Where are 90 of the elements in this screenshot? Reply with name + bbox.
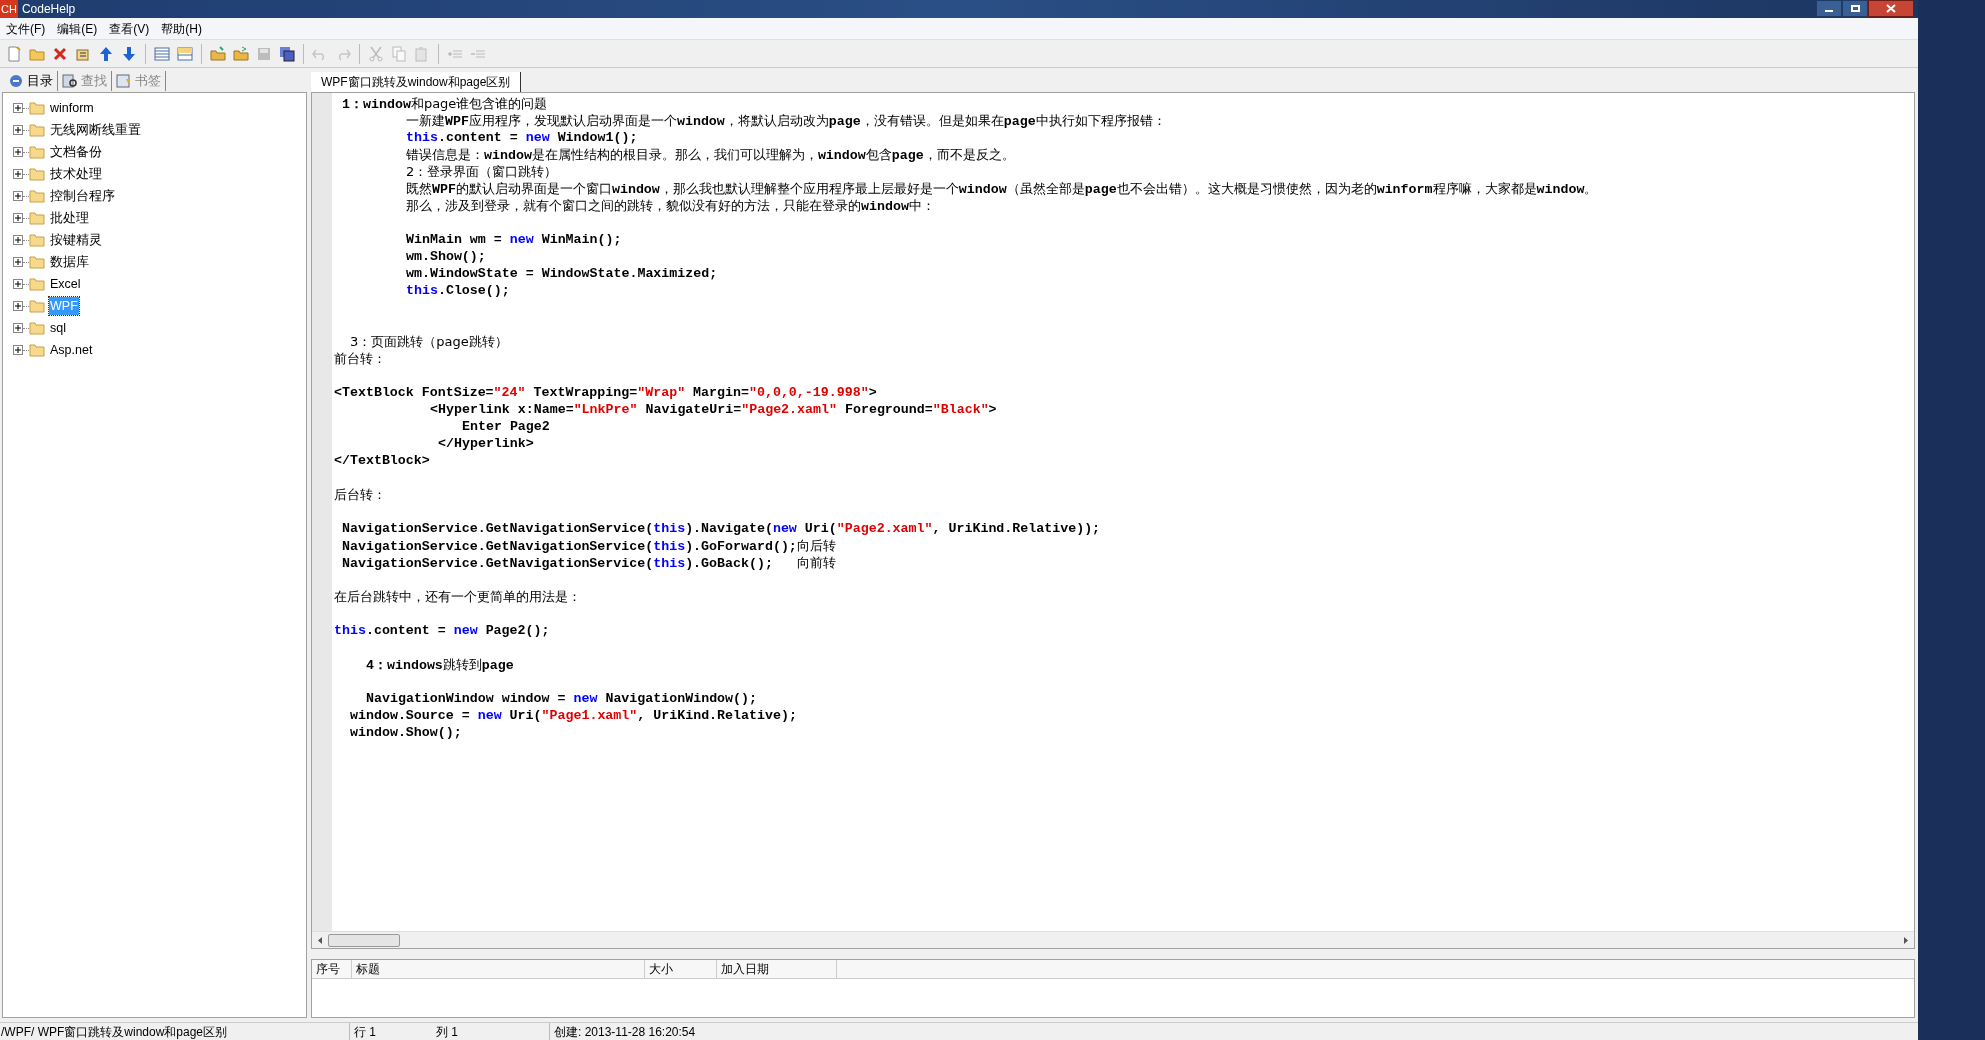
folder-icon [29,233,45,247]
text-line: 那么，涉及到登录，就有个窗口之间的跳转，貌似没有好的方法，只能在登录的window中： [406,196,935,215]
tree-item[interactable]: 技术处理 [49,164,103,184]
expander-icon[interactable] [13,125,23,135]
tree-item[interactable]: 数据库 [49,252,90,272]
window-title: CodeHelp [21,1,76,18]
folder-icon[interactable] [208,43,228,64]
folder-icon [29,299,45,313]
folder-icon [29,123,45,137]
code-line: window.Show(); [350,724,462,741]
close-button[interactable] [1868,0,1914,17]
folder-icon [29,343,45,357]
column-header[interactable]: 加入日期 [717,960,837,978]
menu-item[interactable]: 文件(F) [0,19,52,38]
tree-item[interactable]: winform [49,98,95,118]
menu-item[interactable]: 查看(V) [103,19,156,38]
text-line: 3：页面跳转（page跳转） [350,332,508,351]
code-line: </TextBlock> [334,452,430,469]
column-header[interactable]: 标题 [352,960,645,978]
code-line: window.Source = new Uri("Page1.xaml", UriKind.Relative); [350,707,797,724]
expander-icon[interactable] [13,191,23,201]
code-line: wm.WindowState = WindowState.Maximized; [406,265,718,282]
column-header[interactable]: 序号 [312,960,352,978]
code-line: wm.Show(); [406,248,486,265]
expander-icon[interactable] [13,147,23,157]
code-line: NavigationService.GetNavigationService(this).Navigate(new Uri("Page2.xaml", UriKind.Relative)); [342,520,1101,537]
maximize-button[interactable] [1842,0,1868,17]
minimize-button[interactable] [1816,0,1842,17]
code-line: <TextBlock FontSize="24" TextWrapping="Wrap" Margin="0,0,0,-19.998"> [334,384,877,401]
expander-icon[interactable] [13,103,23,113]
document-tab[interactable]: WPF窗口跳转及window和page区别 [311,72,522,92]
expander-icon[interactable] [13,169,23,179]
tree-item[interactable]: 无线网断线重置 [49,120,142,140]
expander-icon[interactable] [13,257,23,267]
status-path: /WPF/ WPF窗口跳转及window和page区别 [0,1022,350,1040]
expander-icon[interactable] [13,213,23,223]
code-line: NavigationService.GetNavigationService(this).GoBack(); 向前转 [342,553,836,572]
bookmark-icon [116,73,132,89]
code-line: this.content = new Page2(); [334,622,550,639]
folder-icon [29,211,45,225]
folder-icon [29,145,45,159]
expander-icon[interactable] [13,323,23,333]
horizontal-scrollbar[interactable] [312,931,1914,948]
text-line: 在后台跳转中，还有一个更简单的用法是： [334,587,581,606]
search-icon [62,73,78,89]
folder-icon [29,255,45,269]
expander-icon[interactable] [13,279,23,289]
code-line: <Hyperlink x:Name="LnkPre" NavigateUri="Page2.xaml" Foreground="Black"> [430,401,997,418]
close-icon [1886,4,1896,13]
tree-item[interactable]: Excel [49,274,82,294]
menu-item[interactable]: 帮助(H) [155,19,208,38]
text-line: this.content = new Window1(); [406,129,638,146]
tree-item[interactable]: sql [49,318,67,338]
scrollbar-thumb[interactable] [328,933,400,947]
code-line: Enter Page2 [462,418,550,435]
text-line: 错误信息是：window是在属性结构的根目录。那么，我们可以理解为，window包含page，而不是反之。 [406,145,1015,164]
menu-item[interactable]: 编辑(E) [51,19,104,38]
folder-icon [29,277,45,291]
text-line: 2：登录界面（窗口跳转） [406,162,558,181]
folder-icon [29,321,45,335]
tree-item[interactable]: 文档备份 [49,142,103,162]
scroll-left-icon[interactable] [318,936,322,944]
expander-icon[interactable] [13,235,23,245]
text-line: 一新建WPF应用程序，发现默认启动界面是一个window，将默认启动改为page，没有错误。但是如果在page中执行如下程序报错： [406,111,1166,130]
text-line: 前台转： [334,349,386,368]
text-line: 1：window和page谁包含谁的问题 [342,94,548,113]
folder-icon [29,101,45,115]
code-line: NavigationService.GetNavigationService(this).GoForward();向后转 [342,536,836,555]
expander-icon[interactable] [13,301,23,311]
status-created: 创建: 2013-11-28 16:20:54 [553,1023,696,1040]
app-logo: CH [0,0,18,18]
text-line: 后台转： [334,485,386,504]
tree-item[interactable]: 批处理 [49,208,90,228]
status-row-text: 行 1 [353,1023,377,1040]
folder-icon [29,167,45,181]
tree-item[interactable]: 控制台程序 [49,186,116,206]
tree-item[interactable]: 按键精灵 [49,230,103,250]
tree-item[interactable]: Asp.net [49,340,94,360]
status-column: 列 1 [436,1022,458,1040]
scroll-right-icon[interactable] [1904,936,1908,944]
folder-icon [29,189,45,203]
code-line: this.Close(); [406,282,510,299]
text-line: 既然WPF的默认启动界面是一个窗口window，那么我也默认理解整个应用程序最上层最好是一个window（虽然全部是page也不会出错）。这大概是习惯使然，因为老的winform程序嘛，大家都是window。 [406,179,1598,198]
tab[interactable]: 目录 [4,71,58,91]
code-line: NavigationWindow window = new NavigationWindow(); [366,690,757,707]
expander-icon[interactable] [13,345,23,355]
column-header[interactable]: 大小 [645,960,717,978]
code-line: </Hyperlink> [438,435,534,452]
text-line: 4：windows跳转到page [366,655,514,674]
code-line: WinMain wm = new WinMain(); [406,231,622,248]
